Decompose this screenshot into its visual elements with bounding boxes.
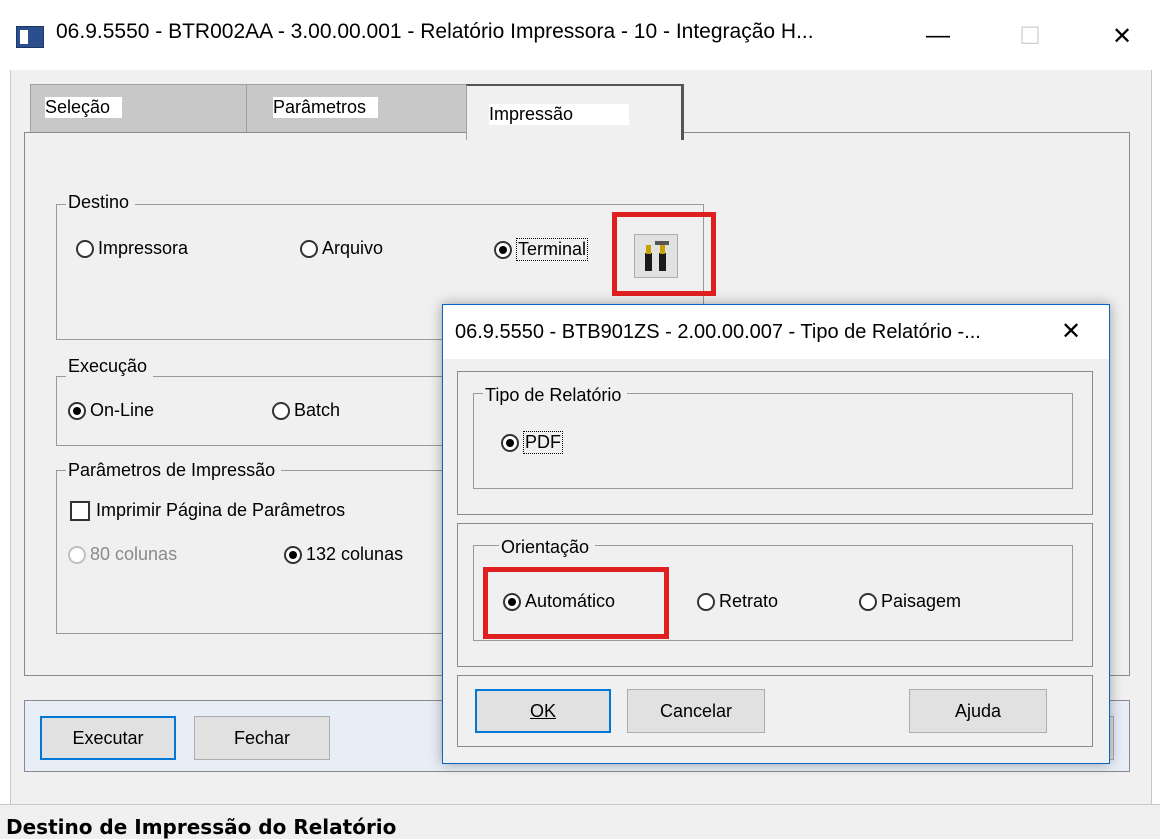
highlight-automatico-box <box>483 567 669 639</box>
radio-arquivo[interactable]: Arquivo <box>300 238 383 259</box>
dialog-title: 06.9.5550 - BTB901ZS - 2.00.00.007 - Tip… <box>455 321 981 343</box>
radio-132-colunas-label: 132 colunas <box>306 544 404 564</box>
radio-impressora-dot <box>76 239 94 258</box>
app-icon <box>16 26 44 48</box>
radio-terminal[interactable]: Terminal <box>494 238 589 261</box>
radio-impressora-label: Impressora <box>98 238 189 258</box>
radio-80-colunas-dot <box>68 545 86 564</box>
highlight-tools-box <box>612 212 716 296</box>
ok-button[interactable]: OK <box>475 689 611 733</box>
close-button[interactable]: ✕ <box>1096 14 1148 58</box>
radio-paisagem[interactable]: Paisagem <box>859 591 961 612</box>
radio-batch-dot <box>272 401 290 420</box>
cancelar-button[interactable]: Cancelar <box>627 689 765 733</box>
ajuda-button[interactable]: Ajuda <box>909 689 1047 733</box>
radio-pdf-label: PDF <box>523 431 563 454</box>
tipo-relatorio-legend: Tipo de Relatório <box>483 385 628 406</box>
maximize-button[interactable]: ☐ <box>1004 14 1056 58</box>
tab-selecao[interactable]: Seleção <box>30 84 250 132</box>
radio-80-colunas[interactable]: 80 colunas <box>68 544 177 565</box>
tab-parametros-label: Parâmetros <box>273 97 379 118</box>
radio-impressora[interactable]: Impressora <box>76 238 188 259</box>
executar-button[interactable]: Executar <box>40 716 176 760</box>
minimize-button[interactable]: — <box>912 14 964 58</box>
orientacao-legend: Orientação <box>499 537 596 558</box>
radio-paisagem-dot <box>859 592 877 611</box>
main-title-bar: 06.9.5550 - BTR002AA - 3.00.00.001 - Rel… <box>0 0 1160 70</box>
radio-online-dot <box>68 401 86 420</box>
dialog-close-button[interactable]: ✕ <box>1061 317 1081 346</box>
radio-pdf[interactable]: PDF <box>501 431 563 454</box>
radio-132-colunas[interactable]: 132 colunas <box>284 544 403 565</box>
tab-impressao-label: Impressão <box>489 104 630 125</box>
radio-retrato-label: Retrato <box>719 591 779 611</box>
dialog-title-bar: 06.9.5550 - BTB901ZS - 2.00.00.007 - Tip… <box>443 305 1109 359</box>
execucao-legend: Execução <box>66 356 154 377</box>
radio-retrato[interactable]: Retrato <box>697 591 778 612</box>
tipo-relatorio-group <box>473 393 1073 489</box>
tab-parametros[interactable]: Parâmetros <box>246 84 470 132</box>
cancelar-button-label: Cancelar <box>659 700 733 721</box>
status-bar: Destino de Impressão do Relatório <box>0 804 1160 839</box>
checkbox-box <box>70 500 90 521</box>
ok-button-label: OK <box>529 700 556 721</box>
imprimir-parametros-label: Imprimir Página de Parâmetros <box>96 500 346 520</box>
radio-pdf-dot <box>501 433 519 452</box>
radio-arquivo-label: Arquivo <box>322 238 384 258</box>
tipo-relatorio-dialog: 06.9.5550 - BTB901ZS - 2.00.00.007 - Tip… <box>442 304 1110 764</box>
fechar-button[interactable]: Fechar <box>194 716 330 760</box>
radio-arquivo-dot <box>300 239 318 258</box>
tab-selecao-label: Seleção <box>45 97 123 118</box>
imprimir-parametros-checkbox[interactable]: Imprimir Página de Parâmetros <box>70 500 345 521</box>
radio-online[interactable]: On-Line <box>68 400 154 421</box>
radio-terminal-dot <box>494 240 512 259</box>
radio-132-colunas-dot <box>284 545 302 564</box>
ajuda-button-label: Ajuda <box>954 700 1002 721</box>
radio-terminal-label: Terminal <box>516 238 589 261</box>
window-title: 06.9.5550 - BTR002AA - 3.00.00.001 - Rel… <box>56 20 814 43</box>
parametros-impressao-legend: Parâmetros de Impressão <box>66 460 282 481</box>
tab-impressao[interactable]: Impressão <box>466 84 684 140</box>
status-text: Destino de Impressão do Relatório <box>6 815 397 839</box>
destino-legend: Destino <box>66 192 136 213</box>
radio-batch[interactable]: Batch <box>272 400 340 421</box>
radio-80-colunas-label: 80 colunas <box>90 544 178 564</box>
radio-batch-label: Batch <box>294 400 341 420</box>
radio-online-label: On-Line <box>90 400 155 420</box>
radio-retrato-dot <box>697 592 715 611</box>
radio-paisagem-label: Paisagem <box>881 591 962 611</box>
